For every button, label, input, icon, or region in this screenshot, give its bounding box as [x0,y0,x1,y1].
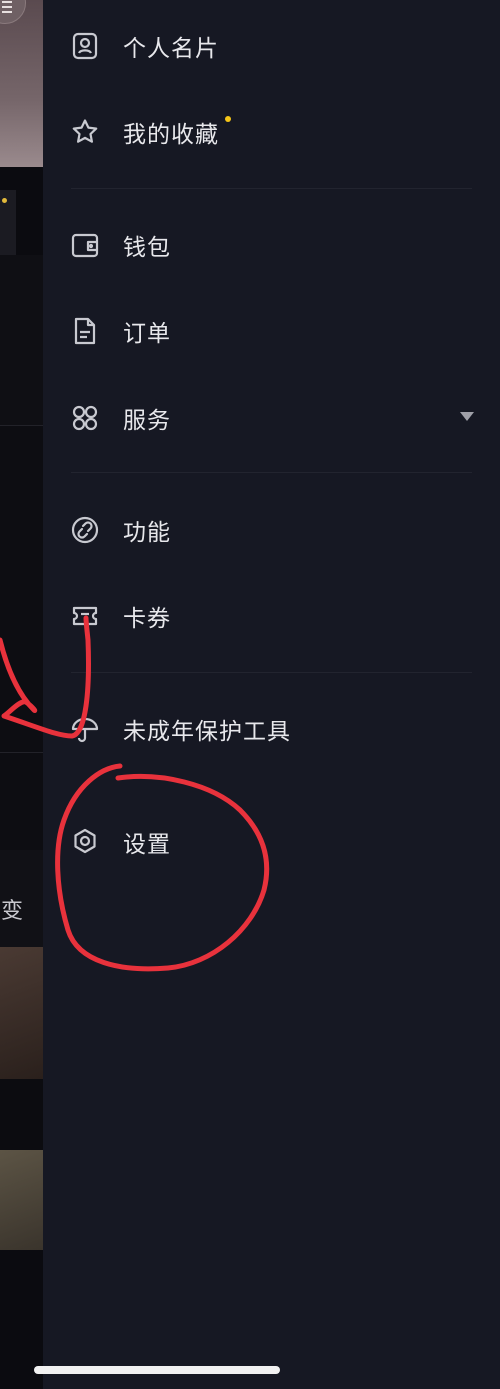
wallet-icon [69,229,101,261]
umbrella-icon [69,713,101,745]
home-indicator [34,1366,280,1374]
menu-item-settings[interactable]: 设置 [69,812,474,872]
background-cover-image [0,0,43,167]
menu-item-business-card[interactable]: 个人名片 [69,16,474,76]
gear-icon [69,826,101,858]
background-divider [0,752,43,753]
menu-item-label: 钱包 [123,235,171,261]
background-partial-text: 变 [1,899,24,924]
menu-item-label: 我的收藏 [123,122,219,148]
divider [71,672,472,673]
menu-item-orders[interactable]: 订单 [69,301,474,361]
background-thumbnail [0,1150,43,1250]
divider [71,472,472,473]
link-icon [69,514,101,546]
menu-item-favorites[interactable]: 我的收藏 [69,102,474,162]
background-section [0,255,43,425]
chevron-down-icon[interactable] [460,412,474,421]
menu-item-features[interactable]: 功能 [69,500,474,560]
background-section [0,1079,43,1150]
menu-item-label: 设置 [123,832,171,858]
menu-item-label: 服务 [123,408,171,434]
star-icon [69,116,101,148]
menu-item-label: 个人名片 [123,36,219,62]
menu-item-label: 订单 [123,321,171,347]
menu-item-minor-protection[interactable]: 未成年保护工具 [69,699,474,759]
background-badge-dot [2,198,7,203]
menu-item-label: 卡券 [123,606,171,632]
grid-icon [69,402,101,434]
menu-item-label: 未成年保护工具 [123,719,291,745]
ticket-icon [69,600,101,632]
menu-item-label: 功能 [123,520,171,546]
background-divider [0,425,43,426]
menu-item-wallet[interactable]: 钱包 [69,215,474,275]
background-app-strip[interactable]: 变 [0,0,43,1389]
divider [71,188,472,189]
background-section [0,425,43,850]
background-thumbnail [0,947,43,1079]
side-drawer-menu: 个人名片 我的收藏 钱包 订单 服务 功能 卡券 未成年保护工具 设置 [43,0,500,1389]
notification-dot [225,116,231,122]
contact-card-icon [69,30,101,62]
menu-item-coupons[interactable]: 卡券 [69,586,474,646]
menu-item-services[interactable]: 服务 [69,388,474,448]
document-icon [69,315,101,347]
